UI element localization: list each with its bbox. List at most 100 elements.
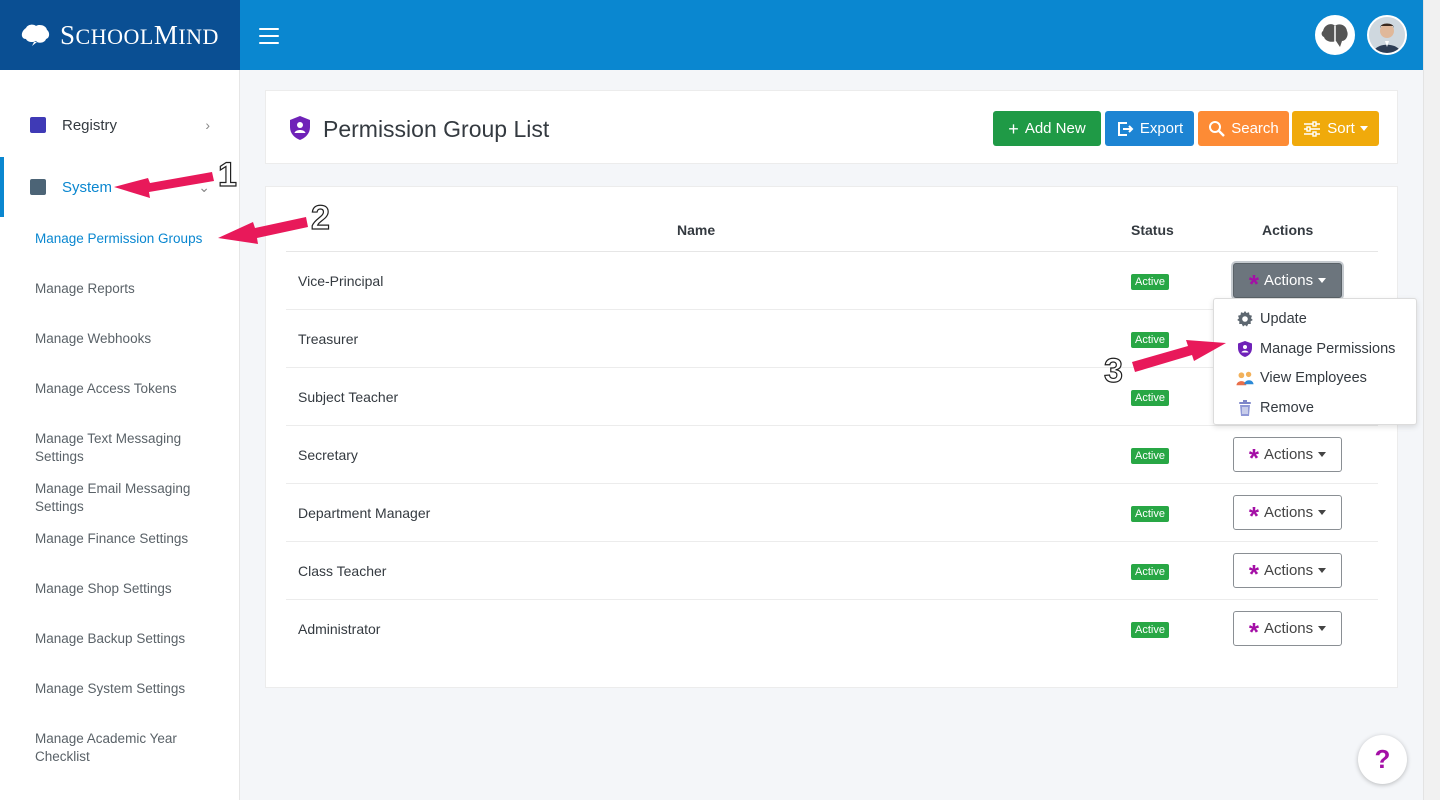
menu-toggle-icon[interactable] [259,28,279,44]
chevron-down-icon: ⌄ [198,178,210,195]
group-name: Treasurer [298,331,359,347]
status-badge: Active [1131,506,1169,522]
asterisk-icon: * [1248,558,1259,589]
menu-item-label: Remove [1260,400,1314,416]
actions-dropdown-button[interactable]: * Actions [1233,263,1342,298]
plus-icon: + [1008,118,1019,139]
sidebar-subitem-shop[interactable]: Manage Shop Settings [35,580,225,598]
asterisk-icon: * [1248,442,1259,473]
actions-label: Actions [1263,446,1314,463]
people-icon [1236,369,1254,387]
export-button[interactable]: Export [1105,111,1194,146]
menu-item-update[interactable]: Update [1236,309,1307,329]
sidebar-item-system[interactable]: System ⌄ [0,157,240,217]
status-badge: Active [1131,390,1169,406]
page-header-card: Permission Group List + Add New Export S… [265,90,1398,164]
actions-dropdown-button[interactable]: * Actions [1233,495,1342,530]
add-new-label: Add New [1024,120,1086,137]
group-name: Subject Teacher [298,389,399,405]
asterisk-icon: * [1248,500,1259,531]
shield-user-icon [290,116,310,140]
help-button[interactable]: ? [1358,735,1407,784]
actions-dropdown-menu: Update Manage Permissions View Employees… [1213,298,1417,425]
actions-dropdown-button[interactable]: * Actions [1233,553,1342,588]
trash-icon [1236,399,1254,417]
sidebar-item-label: Registry [62,116,118,134]
brain-logo-icon [21,24,50,46]
export-label: Export [1139,120,1184,137]
brand-logo[interactable]: SCHOOLMIND [0,0,240,70]
column-header-name[interactable]: Name [677,222,715,238]
menu-item-view-employees[interactable]: View Employees [1236,368,1367,388]
add-new-button[interactable]: + Add New [993,111,1101,146]
shield-user-icon [1236,340,1254,358]
brand-name: SCHOOLMIND [60,19,219,50]
caret-down-icon [1318,452,1327,457]
caret-down-icon [1318,568,1327,573]
sliders-icon [1304,120,1321,137]
export-icon [1117,121,1134,136]
actions-dropdown-button[interactable]: * Actions [1233,611,1342,646]
actions-label: Actions [1263,620,1314,637]
caret-down-icon [1318,278,1327,283]
sidebar-item-label: System [62,178,113,196]
sidebar-subitem-finance[interactable]: Manage Finance Settings [35,530,225,548]
school-logo-avatar[interactable] [1315,15,1355,55]
sidebar-subitem-permission-groups[interactable]: Manage Permission Groups [35,230,225,248]
sidebar-subitem-access-tokens[interactable]: Manage Access Tokens [35,380,225,398]
group-name: Secretary [298,447,358,463]
user-photo-icon [1369,17,1405,53]
actions-label: Actions [1263,504,1314,521]
status-badge: Active [1131,274,1169,290]
database-icon [30,179,46,195]
caret-down-icon [1359,126,1368,131]
actions-label: Actions [1263,562,1314,579]
top-navbar [240,0,1423,70]
table-row: Administrator Active * Actions [286,600,1378,658]
sidebar-subitem-backup[interactable]: Manage Backup Settings [35,630,225,648]
gear-icon [1236,310,1254,328]
sort-button[interactable]: Sort [1292,111,1379,146]
menu-item-manage-permissions[interactable]: Manage Permissions [1236,339,1395,359]
table-row: Class Teacher Active * Actions [286,542,1378,600]
status-badge: Active [1131,622,1169,638]
search-label: Search [1231,120,1279,137]
sidebar-subitem-text-messaging[interactable]: Manage Text Messaging Settings [35,430,205,466]
sidebar: Registry › System ⌄ Manage Permission Gr… [0,70,240,800]
sidebar-subitem-academic-year[interactable]: Manage Academic Year Checklist [35,730,195,766]
actions-dropdown-button[interactable]: * Actions [1233,437,1342,472]
search-icon [1209,121,1226,137]
menu-item-remove[interactable]: Remove [1236,398,1314,418]
sort-label: Sort [1327,120,1355,137]
permission-group-table: Name Status Actions Vice-Principal Activ… [265,186,1398,688]
column-header-status[interactable]: Status [1131,222,1174,238]
registry-icon [30,117,46,133]
page-title: Permission Group List [323,116,550,142]
caret-down-icon [1318,626,1327,631]
chevron-right-icon: › [205,117,210,133]
search-button[interactable]: Search [1198,111,1289,146]
menu-item-label: Update [1260,311,1307,327]
sidebar-subitem-system-settings[interactable]: Manage System Settings [35,680,225,698]
column-header-actions: Actions [1262,222,1314,238]
menu-item-label: View Employees [1260,370,1367,386]
table-row: Department Manager Active * Actions [286,484,1378,542]
sidebar-item-registry[interactable]: Registry › [0,95,240,155]
status-badge: Active [1131,332,1169,348]
group-name: Vice-Principal [298,273,384,289]
sidebar-subitem-email-messaging[interactable]: Manage Email Messaging Settings [35,480,205,516]
asterisk-icon: * [1248,616,1259,647]
status-badge: Active [1131,564,1169,580]
group-name: Department Manager [298,505,431,521]
brain-icon [1317,17,1353,53]
menu-item-label: Manage Permissions [1260,341,1396,357]
caret-down-icon [1318,510,1327,515]
page-scrollbar[interactable] [1423,0,1440,800]
status-badge: Active [1131,448,1169,464]
actions-label: Actions [1263,272,1314,289]
sidebar-subitem-webhooks[interactable]: Manage Webhooks [35,330,225,348]
sidebar-subitem-reports[interactable]: Manage Reports [35,280,225,298]
group-name: Class Teacher [298,563,387,579]
asterisk-icon: * [1248,268,1259,299]
user-avatar[interactable] [1367,15,1407,55]
